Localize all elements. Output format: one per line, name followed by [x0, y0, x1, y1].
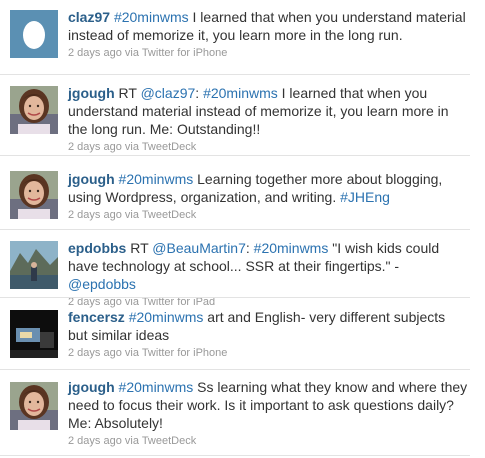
screen-name-link[interactable]: jgough: [68, 171, 115, 187]
tweet-meta: 2 days ago via Twitter for iPhone: [68, 346, 468, 360]
tweet-divider: [0, 369, 470, 370]
tweet-meta: 2 days ago via TweetDeck: [68, 140, 468, 154]
mention-link[interactable]: @BeauMartin7: [152, 240, 246, 256]
tweet-text-segment: :: [245, 240, 254, 256]
tweet-divider: [0, 297, 470, 298]
source-link[interactable]: Twitter for iPhone: [142, 47, 228, 59]
hashtag-link[interactable]: #20minwms: [254, 240, 329, 256]
hashtag-link[interactable]: #20minwms: [129, 309, 204, 325]
tweet-content: jgough #20minwms Ss learning what they k…: [68, 378, 468, 448]
timestamp-link[interactable]: 2 days ago: [68, 141, 122, 153]
tweet-divider: [0, 229, 470, 230]
tweet-text: jgough #20minwms Learning together more …: [68, 170, 468, 206]
tweet-text-segment: RT: [118, 85, 141, 101]
hashtag-link[interactable]: #20minwms: [203, 85, 278, 101]
screen-name-link[interactable]: jgough: [68, 85, 115, 101]
tweet-divider: [0, 74, 470, 75]
source-link[interactable]: TweetDeck: [142, 141, 196, 153]
screen-name-link[interactable]: jgough: [68, 379, 115, 395]
timestamp-link[interactable]: 2 days ago: [68, 209, 122, 221]
hashtag-link[interactable]: #20minwms: [119, 379, 194, 395]
tweet-content: jgough #20minwms Learning together more …: [68, 170, 468, 222]
tweet-text-segment: art and English- very different subjects…: [68, 309, 446, 343]
user-avatar[interactable]: [10, 382, 58, 430]
timestamp-link[interactable]: 2 days ago: [68, 435, 122, 447]
hashtag-link[interactable]: #JHEng: [340, 189, 390, 205]
source-link[interactable]: TweetDeck: [142, 209, 196, 221]
screen-name-link[interactable]: fencersz: [68, 309, 125, 325]
tweet-divider: [0, 455, 470, 456]
tweet-content: epdobbs RT @BeauMartin7: #20minwms "I wi…: [68, 239, 468, 309]
mention-link[interactable]: @epdobbs: [68, 276, 136, 292]
via-label: via: [124, 47, 139, 59]
screen-name-link[interactable]: claz97: [68, 9, 110, 25]
tweet-content: claz97 #20minwms I learned that when you…: [68, 8, 468, 60]
tweet-divider: [0, 155, 470, 156]
user-avatar[interactable]: [10, 10, 58, 58]
timestamp-link[interactable]: 2 days ago: [68, 47, 122, 59]
via-label: via: [124, 209, 139, 221]
user-avatar[interactable]: [10, 86, 58, 134]
tweet-text: jgough #20minwms Ss learning what they k…: [68, 378, 468, 432]
user-avatar[interactable]: [10, 241, 58, 289]
tweet-text: epdobbs RT @BeauMartin7: #20minwms "I wi…: [68, 239, 468, 293]
tweet-meta: 2 days ago via Twitter for iPhone: [68, 46, 468, 60]
tweet-content: jgough RT @claz97: #20minwms I learned t…: [68, 84, 468, 154]
user-avatar[interactable]: [10, 171, 58, 219]
via-label: via: [124, 141, 139, 153]
tweet-text-segment: :: [195, 85, 204, 101]
hashtag-link[interactable]: #20minwms: [119, 171, 194, 187]
via-label: via: [124, 435, 139, 447]
tweet-timeline: claz97 #20minwms I learned that when you…: [0, 0, 485, 458]
tweet-text: fencersz #20minwms art and English- very…: [68, 308, 468, 344]
source-link[interactable]: Twitter for iPhone: [142, 347, 228, 359]
source-link[interactable]: TweetDeck: [142, 435, 196, 447]
tweet-text: claz97 #20minwms I learned that when you…: [68, 8, 468, 44]
hashtag-link[interactable]: #20minwms: [114, 9, 189, 25]
screen-name-link[interactable]: epdobbs: [68, 240, 126, 256]
tweet-content: fencersz #20minwms art and English- very…: [68, 308, 468, 360]
user-avatar[interactable]: [10, 310, 58, 358]
mention-link[interactable]: @claz97: [141, 85, 196, 101]
tweet-meta: 2 days ago via TweetDeck: [68, 208, 468, 222]
timestamp-link[interactable]: 2 days ago: [68, 347, 122, 359]
tweet-text: jgough RT @claz97: #20minwms I learned t…: [68, 84, 468, 138]
tweet-text-segment: RT: [130, 240, 153, 256]
tweet-meta: 2 days ago via TweetDeck: [68, 434, 468, 448]
via-label: via: [124, 347, 139, 359]
